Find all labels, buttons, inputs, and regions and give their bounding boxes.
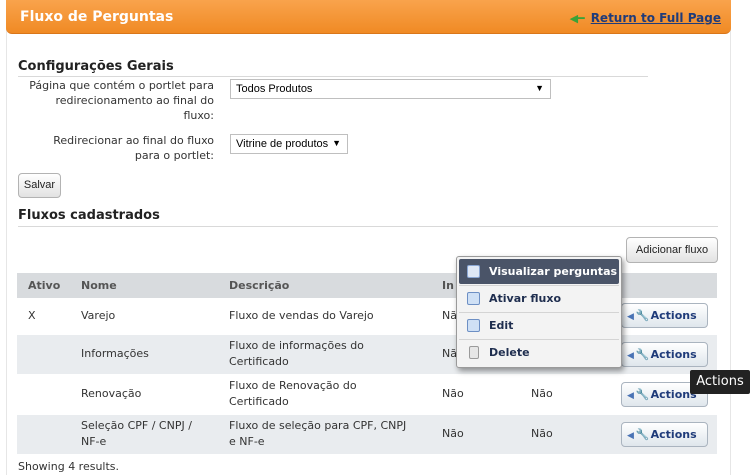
actions-button[interactable]: ◀ 🔧Actions [621, 303, 708, 329]
trash-icon [469, 346, 479, 359]
cell-value: Não [520, 413, 610, 454]
cell-descricao: Fluxo de Renovação do Certificado [218, 373, 431, 414]
dropdown-arrow-icon: ▼ [535, 83, 544, 93]
actions-button[interactable]: ◀ 🔧Actions [621, 341, 708, 367]
view-questions-icon [467, 265, 480, 278]
return-full-page-link[interactable]: ◀━ Return to Full Page [570, 11, 721, 25]
cell-descricao: Fluxo de seleção para CPF, CNPJ e NF-e [218, 413, 431, 454]
wrench-icon: 🔧 [635, 427, 650, 441]
menu-item-activate-flow[interactable]: Ativar fluxo [459, 286, 619, 311]
cell-nome: Seleção CPF / CNPJ / NF-e [70, 413, 218, 454]
cell-actions: ◀ 🔧Actions [610, 298, 717, 334]
actions-button[interactable]: ◀ 🔧Actions [621, 421, 708, 447]
table-row: Renovação Fluxo de Renovação do Certifica… [17, 373, 717, 414]
chevron-left-icon: ◀ [627, 350, 634, 361]
chevron-left-icon: ◀ [627, 312, 634, 323]
chevron-left-icon: ◀ [627, 430, 634, 441]
divider [18, 76, 648, 77]
return-full-page-label: Return to Full Page [590, 11, 721, 25]
cell-nome: Renovação [70, 373, 218, 414]
table-row: Seleção CPF / CNPJ / NF-e Fluxo de seleçã… [17, 413, 717, 454]
cell-ativo [17, 333, 70, 374]
portlet-title: Fluxo de Perguntas [20, 9, 174, 25]
column-header: Descrição [218, 273, 431, 298]
dropdown-arrow-icon: ▼ [332, 138, 341, 148]
redirect-page-label: Página que contém o portlet para redirec… [29, 79, 214, 122]
wrench-icon: 🔧 [635, 309, 650, 323]
cell-value: Não [431, 373, 520, 414]
column-header: Nome [70, 273, 218, 298]
cell-value: Não [431, 413, 520, 454]
divider [18, 226, 718, 227]
edit-icon [467, 319, 480, 332]
wrench-icon: 🔧 [635, 347, 650, 361]
actions-tooltip: Actions [690, 370, 750, 394]
redirect-portlet-label: Redirecionar ao final do fluxo para o po… [53, 134, 214, 162]
green-arrow-left-icon: ◀━ [569, 12, 585, 25]
menu-item-view-questions[interactable]: Visualizar perguntas [459, 259, 619, 284]
save-button[interactable]: Salvar [18, 173, 61, 198]
cell-descricao: Fluxo de vendas do Varejo [218, 298, 431, 334]
chevron-left-icon: ◀ [627, 390, 634, 401]
general-settings-title: Configurações Gerais [18, 59, 174, 74]
add-flow-button[interactable]: Adicionar fluxo [626, 237, 718, 263]
cell-ativo [17, 373, 70, 414]
cell-actions: ◀ 🔧Actions [610, 413, 717, 454]
wrench-icon: 🔧 [635, 387, 650, 401]
menu-item-delete[interactable]: Delete [459, 340, 619, 365]
flows-title: Fluxos cadastrados [18, 208, 160, 223]
cell-descricao: Fluxo de informações do Certificado [218, 333, 431, 374]
activate-icon [467, 292, 480, 305]
cell-nome: Informações [70, 333, 218, 374]
cell-ativo [17, 413, 70, 454]
column-header [610, 273, 717, 298]
cell-ativo: X [17, 298, 70, 334]
cell-actions: ◀ 🔧Actions [610, 333, 717, 374]
results-count: Showing 4 results. [18, 460, 120, 473]
cell-value: Não [520, 373, 610, 414]
redirect-portlet-select[interactable]: Vitrine de produtos ▼ [230, 134, 348, 154]
column-header: Ativo [17, 273, 70, 298]
portlet-header: Fluxo de Perguntas ◀━ Return to Full Page [6, 0, 731, 34]
redirect-page-select[interactable]: Todos Produtos ▼ [230, 79, 551, 99]
cell-nome: Varejo [70, 298, 218, 334]
actions-menu: Visualizar perguntas Ativar fluxo Edit D… [456, 256, 622, 368]
menu-item-edit[interactable]: Edit [459, 313, 619, 338]
